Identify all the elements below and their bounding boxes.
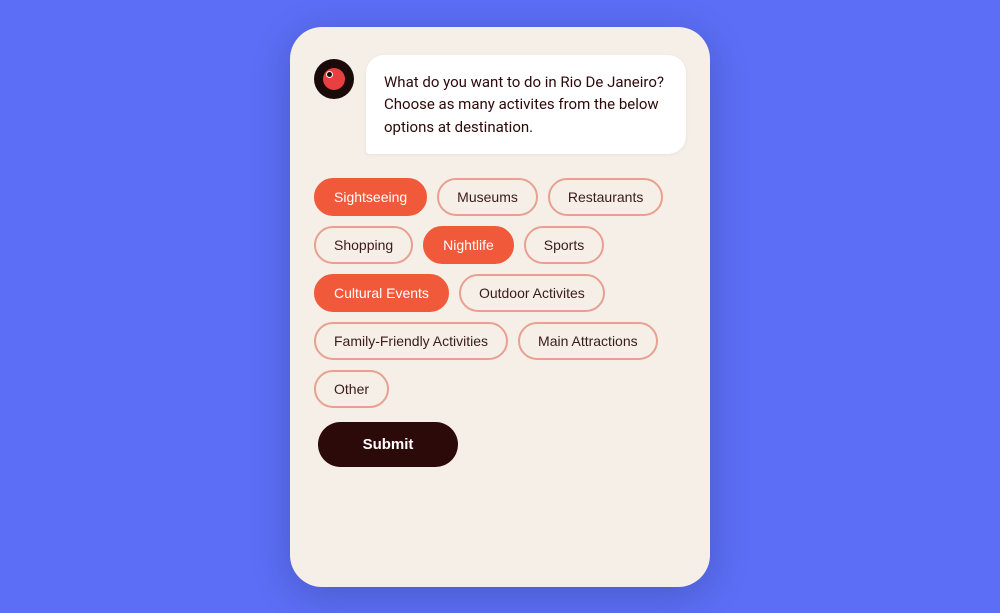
tags-row-2: Shopping Nightlife Sports bbox=[314, 226, 686, 264]
tag-family-friendly[interactable]: Family-Friendly Activities bbox=[314, 322, 508, 360]
tags-row-5: Other bbox=[314, 370, 686, 408]
avatar-icon bbox=[323, 68, 345, 90]
tag-restaurants[interactable]: Restaurants bbox=[548, 178, 663, 216]
tags-row-4: Family-Friendly Activities Main Attracti… bbox=[314, 322, 686, 360]
message-bubble: What do you want to do in Rio De Janeiro… bbox=[366, 55, 686, 155]
tag-nightlife[interactable]: Nightlife bbox=[423, 226, 514, 264]
avatar bbox=[314, 59, 354, 99]
tag-sports[interactable]: Sports bbox=[524, 226, 604, 264]
submit-button[interactable]: Submit bbox=[318, 422, 458, 467]
tag-shopping[interactable]: Shopping bbox=[314, 226, 413, 264]
tag-cultural-events[interactable]: Cultural Events bbox=[314, 274, 449, 312]
tags-section: Sightseeing Museums Restaurants Shopping… bbox=[314, 178, 686, 408]
tags-row-1: Sightseeing Museums Restaurants bbox=[314, 178, 686, 216]
message-text: What do you want to do in Rio De Janeiro… bbox=[384, 71, 668, 139]
tag-museums[interactable]: Museums bbox=[437, 178, 538, 216]
tag-outdoor-activites[interactable]: Outdoor Activites bbox=[459, 274, 605, 312]
tag-sightseeing[interactable]: Sightseeing bbox=[314, 178, 427, 216]
phone-container: What do you want to do in Rio De Janeiro… bbox=[290, 27, 710, 587]
tag-other[interactable]: Other bbox=[314, 370, 389, 408]
tag-main-attractions[interactable]: Main Attractions bbox=[518, 322, 658, 360]
chat-section: What do you want to do in Rio De Janeiro… bbox=[314, 55, 686, 155]
tags-row-3: Cultural Events Outdoor Activites bbox=[314, 274, 686, 312]
